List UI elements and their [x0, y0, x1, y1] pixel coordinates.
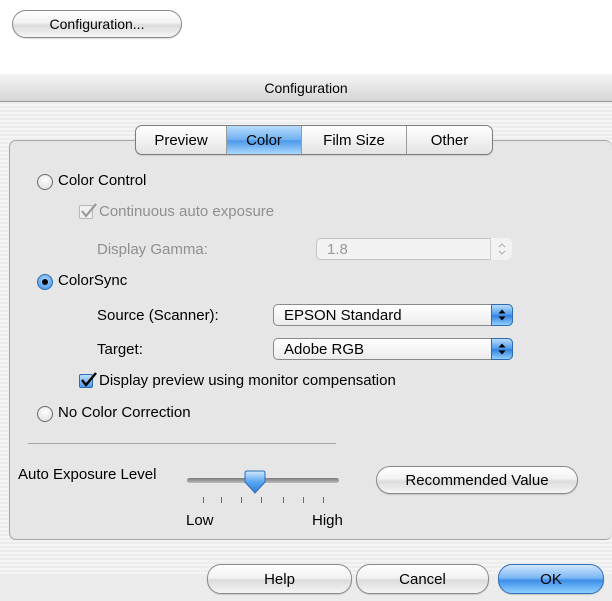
help-button[interactable]: Help — [207, 564, 352, 594]
slider-tick — [241, 497, 242, 503]
tab-preview[interactable]: Preview — [136, 126, 226, 154]
window-title: Configuration — [264, 79, 348, 96]
target-label: Target: — [97, 341, 143, 358]
window-titlebar: Configuration — [0, 74, 612, 102]
target-value: Adobe RGB — [284, 340, 365, 358]
updown-arrows-icon — [491, 338, 513, 360]
recommended-value-button[interactable]: Recommended Value — [376, 466, 578, 494]
tab-color[interactable]: Color — [226, 126, 301, 154]
no-color-correction-radio[interactable] — [37, 406, 53, 422]
slider-tick — [261, 497, 262, 503]
colorsync-radio[interactable] — [37, 274, 53, 290]
cancel-button-label: Cancel — [399, 570, 446, 588]
auto-exposure-level-label: Auto Exposure Level — [18, 466, 157, 483]
tab-other-label: Other — [430, 131, 469, 149]
slider-high-label: High — [312, 512, 343, 529]
display-gamma-value: 1.8 — [327, 240, 348, 258]
section-divider — [28, 443, 336, 444]
updown-arrows-icon — [491, 304, 513, 326]
tab-bar: Preview Color Film Size Other — [135, 125, 493, 155]
tab-preview-label: Preview — [154, 131, 208, 149]
tab-film-size-label: Film Size — [323, 131, 385, 149]
color-control-radio[interactable] — [37, 174, 53, 190]
slider-tick — [221, 497, 222, 503]
configuration-button-label: Configuration... — [49, 16, 145, 32]
checkmark-icon — [81, 203, 97, 218]
slider-tick — [323, 497, 324, 503]
continuous-auto-exposure-label: Continuous auto exposure — [99, 203, 275, 220]
configuration-button[interactable]: Configuration... — [12, 10, 182, 38]
source-scanner-value: EPSON Standard — [284, 306, 402, 324]
target-popup[interactable]: Adobe RGB — [273, 338, 513, 360]
help-button-label: Help — [264, 570, 295, 588]
ok-button[interactable]: OK — [498, 564, 604, 594]
monitor-compensation-checkbox[interactable] — [79, 372, 97, 388]
tab-film-size[interactable]: Film Size — [301, 126, 406, 154]
slider-thumb-icon — [244, 470, 266, 494]
slider-tick — [303, 497, 304, 503]
no-color-correction-label: No Color Correction — [58, 404, 191, 421]
slider-tick — [203, 497, 204, 503]
colorsync-label: ColorSync — [58, 272, 128, 289]
recommended-value-label: Recommended Value — [405, 471, 549, 489]
source-scanner-label: Source (Scanner): — [97, 307, 219, 324]
display-gamma-popup[interactable]: 1.8 — [316, 238, 512, 260]
ok-button-label: OK — [540, 570, 562, 588]
slider-tick — [283, 497, 284, 503]
slider-low-label: Low — [186, 512, 214, 529]
auto-exposure-slider-thumb[interactable] — [243, 470, 267, 494]
updown-arrows-icon — [490, 238, 512, 260]
cancel-button[interactable]: Cancel — [356, 564, 489, 594]
display-gamma-label: Display Gamma: — [97, 241, 208, 258]
checkmark-icon — [81, 372, 97, 387]
continuous-auto-exposure-checkbox[interactable] — [79, 203, 97, 219]
source-scanner-popup[interactable]: EPSON Standard — [273, 304, 513, 326]
tab-color-label: Color — [246, 131, 282, 149]
monitor-compensation-label: Display preview using monitor compensati… — [99, 372, 396, 389]
tab-other[interactable]: Other — [406, 126, 492, 154]
color-control-label: Color Control — [58, 172, 147, 189]
